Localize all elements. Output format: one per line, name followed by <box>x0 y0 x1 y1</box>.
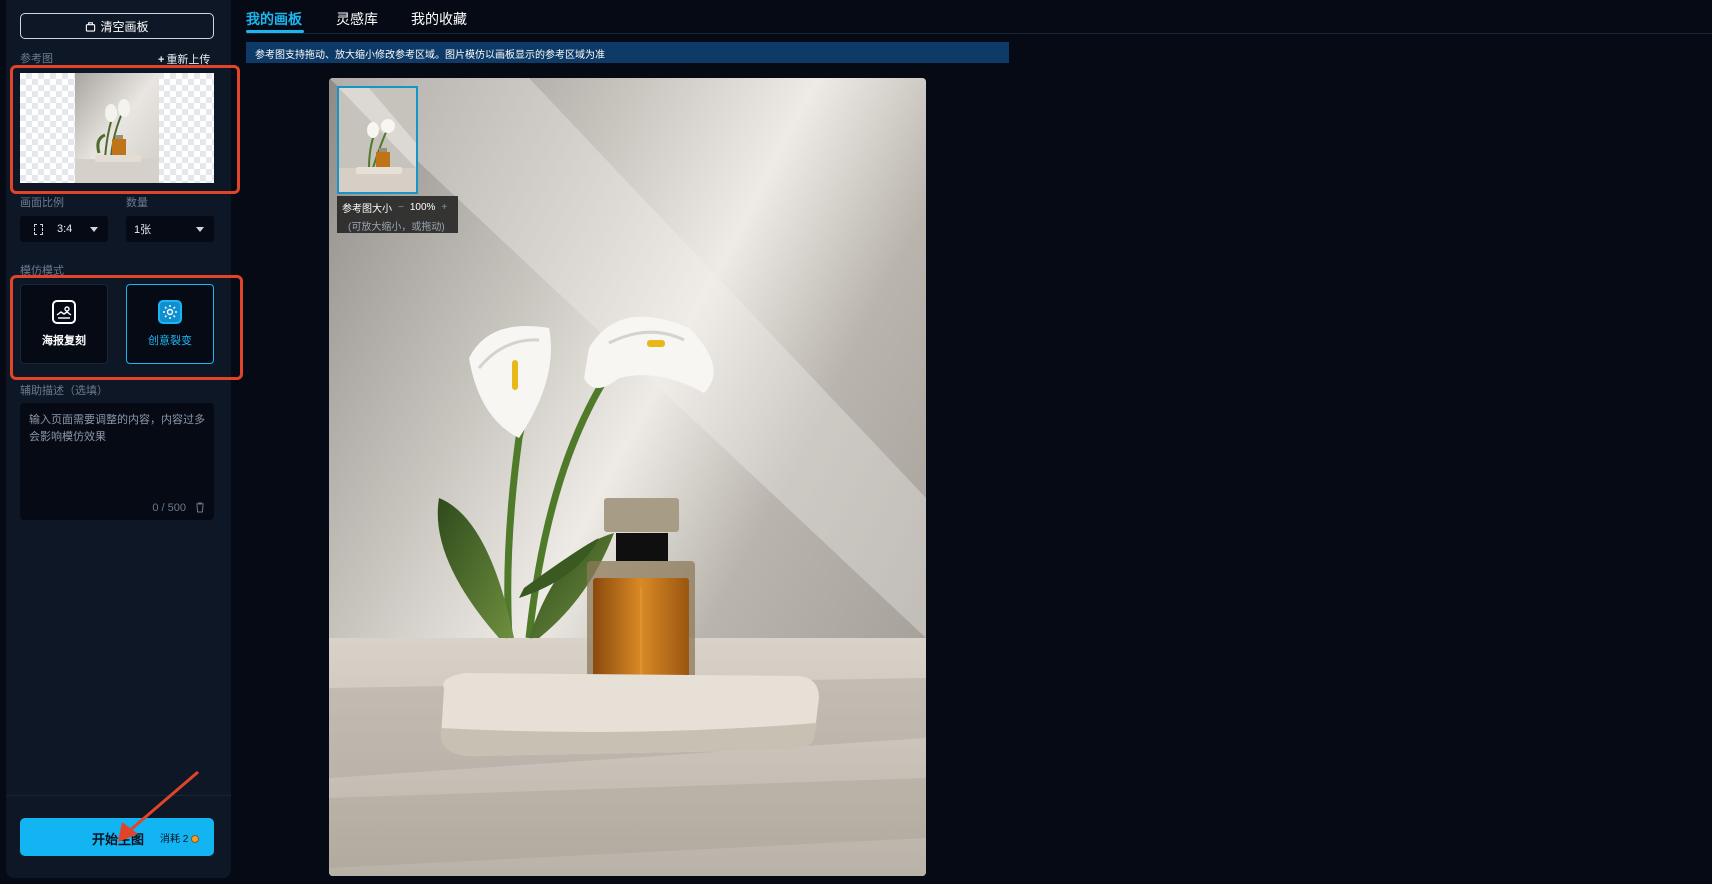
ratio-select[interactable]: 3:4 <box>20 216 108 242</box>
clear-canvas-button[interactable]: 清空画板 <box>20 13 214 39</box>
mode-label-text: 海报复刻 <box>42 335 86 347</box>
mode-poster-replica[interactable]: 海报复刻 <box>20 284 108 364</box>
tab-my-canvas[interactable]: 我的画板 <box>246 9 302 29</box>
zoom-out-button[interactable]: − <box>398 202 404 213</box>
mode-label-text: 创意裂变 <box>148 335 192 347</box>
reference-overlay-thumb[interactable] <box>337 86 418 194</box>
sidebar: 清空画板 参考图 + 重新上传 画面比例 数量 3:4 1张 模仿模式 海报复刻… <box>6 0 231 878</box>
coin-icon <box>191 835 200 843</box>
quantity-select[interactable]: 1张 <box>126 216 214 242</box>
start-generate-button[interactable]: 开始生图 消耗 2 <box>20 818 214 856</box>
tab-favorites[interactable]: 我的收藏 <box>411 9 467 29</box>
reupload-label: 重新上传 <box>166 54 211 66</box>
aspect-ratio-icon <box>34 223 43 235</box>
ref-size-value: 100% <box>409 202 436 213</box>
mode-creative-fission[interactable]: 创意裂变 <box>126 284 214 364</box>
char-counter: 0 / 500 <box>152 502 186 514</box>
broom-icon <box>86 21 96 32</box>
divider <box>6 795 231 796</box>
ref-size-hint: (可放大缩小，或拖动) <box>348 222 445 233</box>
plus-icon: + <box>158 54 165 66</box>
gear-icon <box>158 300 182 324</box>
zoom-in-button[interactable]: + <box>441 202 447 213</box>
trash-icon[interactable] <box>195 502 205 513</box>
image-icon <box>52 300 76 324</box>
chevron-down-icon <box>90 227 98 232</box>
cost-indicator: 消耗 2 <box>160 830 200 845</box>
start-generate-label: 开始生图 <box>92 832 145 847</box>
cost-label: 消耗 <box>160 834 180 845</box>
cost-value: 2 <box>182 834 189 845</box>
reference-photo <box>75 73 159 183</box>
reference-image-preview[interactable] <box>20 73 214 183</box>
tab-inspiration[interactable]: 灵感库 <box>336 9 378 29</box>
description-textarea[interactable]: 输入页面需要调整的内容，内容过多会影响模仿效果 0 / 500 <box>20 403 214 520</box>
quantity-label: 数量 <box>126 197 148 209</box>
mode-label: 模仿模式 <box>20 265 64 277</box>
chevron-down-icon <box>196 227 204 232</box>
reference-thumb-photo <box>339 88 416 192</box>
description-placeholder: 输入页面需要调整的内容，内容过多会影响模仿效果 <box>29 414 205 443</box>
quantity-value: 1张 <box>134 224 152 236</box>
reference-size-control: 参考图大小 − 100% + (可放大缩小，或拖动) <box>337 196 458 233</box>
desc-label: 辅助描述（选填） <box>20 385 108 397</box>
ratio-value: 3:4 <box>57 223 73 235</box>
clear-canvas-label: 清空画板 <box>100 19 149 34</box>
reupload-link[interactable]: + 重新上传 <box>158 51 210 67</box>
ref-size-label: 参考图大小 <box>342 204 392 215</box>
tab-divider <box>246 33 1712 34</box>
ratio-label: 画面比例 <box>20 197 64 209</box>
notice-banner: 参考图支持拖动、放大缩小修改参考区域。图片模仿以画板显示的参考区域为准 <box>246 42 1009 63</box>
reference-label: 参考图 <box>20 53 53 65</box>
